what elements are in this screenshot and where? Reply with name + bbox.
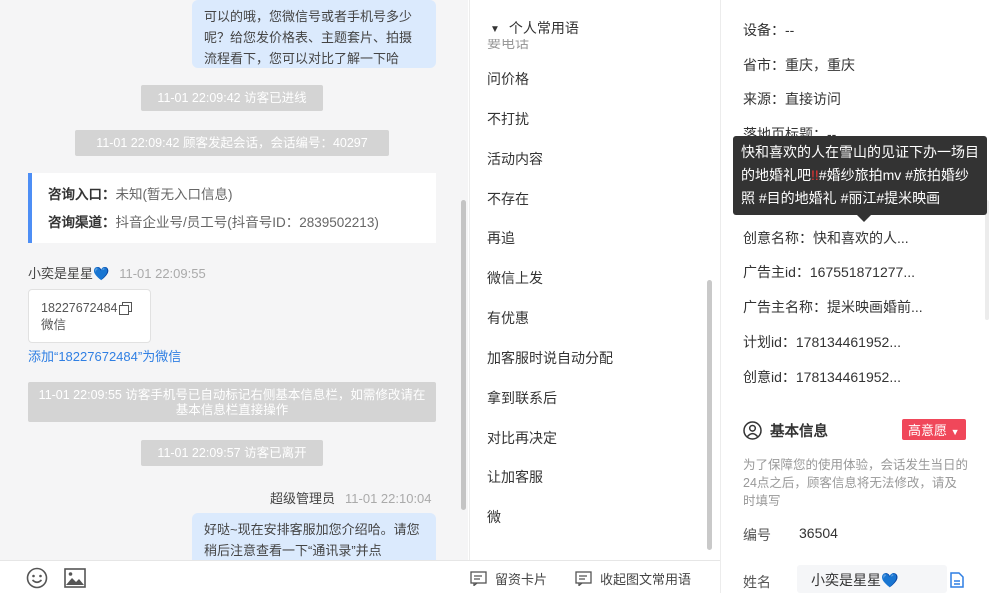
intent-badge[interactable]: 高意愿 ▼ (902, 419, 966, 440)
plan-id-field[interactable]: 计划id：178134461952... (743, 332, 901, 352)
admin-name: 超级管理员 (270, 491, 336, 506)
collapse-phrases-button[interactable]: 收起图文常用语 (575, 566, 691, 590)
system-notice-phone-marked: 11-01 22:09:55 访客手机号已自动标记右侧基本信息栏，如需修改请在基… (28, 382, 436, 422)
basic-info-heading: 基本信息 (743, 420, 828, 441)
caret-down-icon: ▼ (950, 427, 960, 437)
agent-message-text: 好哒~现在安排客服加您介绍哈。请您稍后注意查看一下“通讯录”并点 (204, 522, 420, 558)
message-icon (575, 570, 592, 586)
phrase-item[interactable]: 拿到联系后 (487, 388, 557, 408)
entry-value: 未知(暂无入口信息) (115, 187, 233, 202)
smile-icon[interactable] (26, 566, 48, 590)
province-field: 省市：重庆，重庆 (743, 57, 855, 73)
consult-entry-card: 咨询入口：未知(暂无入口信息) 咨询渠道：抖音企业号/员工号(抖音号ID：283… (28, 173, 436, 243)
intent-label: 高意愿 (908, 423, 948, 438)
phrases-scrollbar[interactable] (707, 280, 712, 550)
card-icon (470, 570, 487, 586)
edit-note-icon[interactable] (950, 572, 964, 591)
admin-time: 11-01 22:10:04 (345, 491, 432, 506)
name-value: 小奕是星星 (811, 572, 881, 588)
phrases-panel: ▼ 个人常用语 要电话 问价格 不打扰 活动内容 不存在 再追 微信上发 有优惠 … (469, 0, 720, 560)
chat-scrollbar[interactable] (461, 200, 466, 510)
side-scrollbar[interactable] (985, 200, 989, 320)
phrase-item[interactable]: 微信上发 (487, 268, 543, 288)
channel-value: 抖音企业号/员工号(抖音号ID：2839502213) (115, 215, 379, 230)
phrases-header[interactable]: ▼ 个人常用语 (490, 18, 579, 38)
blue-heart-icon: 💙 (881, 572, 899, 588)
app-root: 可以的哦，您微信号或者手机号多少呢？给您发价格表、主题套片、拍摄流程看下，您可以… (0, 0, 990, 593)
system-notice-enter: 11-01 22:09:42 访客已进线 (141, 85, 323, 111)
phrases-header-label: 个人常用语 (508, 20, 579, 36)
caret-down-icon: ▼ (490, 24, 500, 35)
leave-card-button[interactable]: 留资卡片 (470, 566, 547, 590)
phrase-item[interactable]: 不打扰 (487, 109, 529, 129)
phrase-item[interactable]: 对比再决定 (487, 428, 557, 448)
id-value: 36504 (799, 525, 838, 541)
id-label: 编号 (743, 527, 771, 543)
creative-name-tooltip: 快和喜欢的人在雪山的见证下办一场目的地婚礼吧!!#婚纱旅拍mv #旅拍婚纱照 #… (733, 136, 987, 222)
chat-panel[interactable]: 可以的哦，您微信号或者手机号多少呢？给您发价格表、主题套片、拍摄流程看下，您可以… (0, 0, 468, 593)
entry-label: 咨询入口： (48, 187, 116, 202)
image-icon[interactable] (64, 566, 86, 590)
source-field: 来源：直接访问 (743, 91, 841, 107)
creative-name-field[interactable]: 创意名称：快和喜欢的人... (743, 228, 909, 248)
copy-icon[interactable] (119, 302, 133, 315)
phone-number: 18227672484 (41, 301, 118, 315)
blue-heart-icon: 💙 (93, 266, 110, 281)
system-notice-leave: 11-01 22:09:57 访客已离开 (141, 440, 323, 466)
phrase-item[interactable]: 加客服时说自动分配 (487, 348, 613, 368)
edit-notice: 为了保障您的使用体验，会话发生当日的24点之后，顾客信息将无法修改，请及时填写 (743, 458, 969, 508)
system-notice-session: 11-01 22:09:42 顾客发起会话，会话编号：40297 (75, 130, 389, 156)
name-label: 姓名 (743, 574, 771, 590)
agent-message-bubble: 可以的哦，您微信号或者手机号多少呢？给您发价格表、主题套片、拍摄流程看下，您可以… (192, 0, 436, 68)
phrase-item[interactable]: 让加客服 (487, 467, 543, 487)
phone-type: 微信 (41, 318, 67, 332)
visitor-info-panel: 设备：-- 省市：重庆，重庆 来源：直接访问 落地页标题：-- 创意名称：快和喜… (720, 0, 990, 593)
visitor-name: 小奕是星星 (28, 266, 94, 281)
basic-info-title: 基本信息 (770, 424, 828, 440)
device-field: 设备：-- (743, 22, 795, 38)
channel-label: 咨询渠道： (48, 215, 116, 230)
phrase-item[interactable]: 有优惠 (487, 308, 529, 328)
tooltip-exclamation: !! (811, 167, 819, 183)
phrase-item[interactable]: 问价格 (487, 69, 529, 89)
phrase-item[interactable]: 不存在 (487, 189, 529, 209)
add-wechat-link[interactable]: 添加“18227672484”为微信 (28, 346, 181, 365)
phrase-item[interactable]: 再追 (487, 228, 515, 248)
leave-card-label: 留资卡片 (495, 571, 548, 587)
phrase-item[interactable]: 微 (487, 507, 501, 527)
collapse-phrases-label: 收起图文常用语 (600, 571, 692, 587)
advertiser-name-field[interactable]: 广告主名称：提米映画婚前... (743, 297, 923, 317)
admin-sender: 超级管理员 11-01 22:10:04 (270, 488, 432, 507)
visitor-time: 11-01 22:09:55 (119, 266, 206, 281)
name-input[interactable]: 小奕是星星💙 (797, 565, 947, 593)
advertiser-id-field[interactable]: 广告主id：167551871277... (743, 262, 915, 282)
creative-id-field[interactable]: 创意id：178134461952... (743, 367, 901, 387)
user-icon (743, 421, 762, 440)
agent-message-text: 可以的哦，您微信号或者手机号多少呢？给您发价格表、主题套片、拍摄流程看下，您可以… (204, 9, 413, 66)
visitor-sender: 小奕是星星💙 11-01 22:09:55 (28, 263, 206, 282)
phone-card[interactable]: 18227672484 微信 (28, 289, 151, 343)
phrase-item[interactable]: 活动内容 (487, 149, 543, 169)
